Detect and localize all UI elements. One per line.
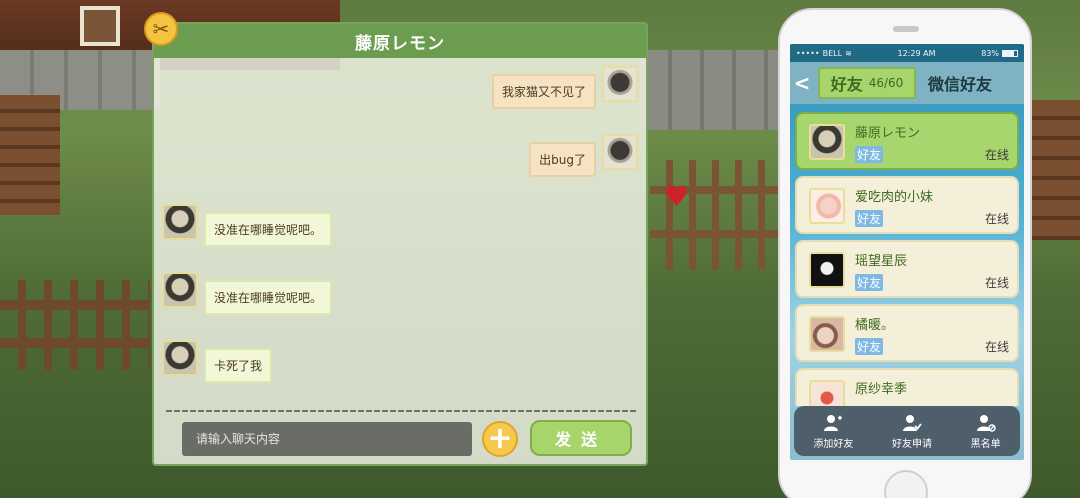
wooden-fence-right: [650, 160, 785, 270]
wooden-fence-left: [0, 280, 150, 370]
add-friend-label: 添加好友: [813, 438, 854, 450]
friend-list[interactable]: 藤原レモン 好友 在线 爱吃肉的小妹 好友 在线 瑶望星辰 好友 在线 橘暖。 …: [790, 110, 1024, 406]
friend-item[interactable]: 橘暖。 好友 在线: [795, 304, 1019, 362]
friend-item[interactable]: 原纱幸季: [795, 368, 1019, 406]
add-user-icon: [824, 414, 843, 431]
wooden-crate: [1030, 100, 1080, 240]
friend-avatar[interactable]: [162, 204, 198, 240]
friend-avatar: [809, 380, 845, 406]
heart-icon: ♥: [664, 180, 690, 213]
friend-avatar: [809, 316, 845, 352]
friend-status: 在线: [984, 276, 1009, 290]
message-bubble: 我家猫又不见了: [491, 74, 596, 109]
friend-name: 原纱幸季: [855, 382, 908, 397]
friend-status: 在线: [984, 340, 1009, 354]
message-item: 我家猫又不见了: [491, 66, 638, 109]
close-chat-button[interactable]: ✂: [144, 12, 178, 46]
friend-avatar: [809, 124, 845, 160]
friend-item[interactable]: 爱吃肉的小妹 好友 在线: [795, 176, 1019, 234]
add-friend-button[interactable]: 添加好友: [813, 413, 853, 450]
send-button[interactable]: 发送: [530, 420, 632, 456]
input-divider: [166, 410, 638, 412]
chat-panel: ✂ 藤原レモン 我家猫又不见了 出bug了 没准在哪睡觉呢吧。 没准在哪睡觉呢吧…: [144, 12, 648, 466]
friend-item[interactable]: 瑶望星辰 好友 在线: [795, 240, 1019, 298]
status-time: 12:29 AM: [897, 48, 936, 58]
friend-avatar[interactable]: [162, 340, 198, 376]
friend-requests-button[interactable]: 好友申请: [892, 413, 932, 450]
message-bubble: 出bug了: [529, 142, 596, 177]
signal-icon: •••••: [796, 48, 820, 58]
message-bubble: 卡死了我: [204, 348, 273, 383]
message-list[interactable]: 我家猫又不见了 出bug了 没准在哪睡觉呢吧。 没准在哪睡觉呢吧。 卡死了我: [154, 58, 646, 408]
tab-friends[interactable]: 好友 46/60: [818, 67, 916, 99]
wifi-icon: ≋: [845, 48, 852, 58]
carrier-name: BELL: [822, 48, 843, 58]
message-item: 出bug了: [529, 134, 638, 177]
friend-count: 46/60: [868, 76, 904, 90]
friend-name: 瑶望星辰: [855, 254, 908, 269]
phone-home-button[interactable]: [884, 470, 928, 498]
friend-item[interactable]: 藤原レモン 好友 在线: [795, 112, 1019, 170]
tab-wechat-friends[interactable]: 微信好友: [928, 71, 992, 95]
chat-title: 藤原レモン: [355, 33, 445, 54]
my-avatar[interactable]: [602, 134, 638, 170]
wooden-stairs: [0, 95, 60, 215]
blacklist-label: 黑名单: [970, 438, 1001, 450]
tab-friends-label: 好友: [830, 75, 863, 94]
friend-avatar[interactable]: [162, 272, 198, 308]
battery-info: 83%: [981, 49, 1018, 58]
friend-status: 在线: [984, 148, 1009, 162]
message-item: 没准在哪睡觉呢吧。: [162, 272, 333, 315]
phone-frame: ••••• BELL ≋ 12:29 AM 83% < 好友 46/60 微信好…: [778, 8, 1032, 498]
status-bar: ••••• BELL ≋ 12:29 AM 83%: [790, 44, 1024, 62]
friend-status: 在线: [984, 212, 1009, 226]
message-bubble: 没准在哪睡觉呢吧。: [204, 280, 333, 315]
blacklist-button[interactable]: 黑名单: [971, 413, 1001, 450]
my-avatar[interactable]: [602, 66, 638, 102]
friend-name: 橘暖。: [855, 318, 895, 333]
message-item: 卡死了我: [162, 340, 273, 383]
house-window: [80, 6, 120, 46]
friend-avatar: [809, 188, 845, 224]
plus-button[interactable]: +: [482, 421, 518, 457]
friend-name: 藤原レモン: [855, 126, 921, 141]
stone-wall-right: [640, 50, 780, 130]
message-bubble: 没准在哪睡觉呢吧。: [204, 212, 333, 247]
phone-bottom-bar: 添加好友 好友申请 黑名单: [794, 406, 1020, 456]
message-item: 没准在哪睡觉呢吧。: [162, 204, 333, 247]
carrier-info: ••••• BELL ≋: [796, 49, 852, 58]
back-button[interactable]: <: [790, 62, 814, 104]
friend-header: < 好友 46/60 微信好友: [790, 62, 1024, 104]
chat-header: 藤原レモン: [154, 24, 646, 58]
user-check-icon: [902, 414, 922, 431]
friend-name: 爱吃肉的小妹: [855, 190, 934, 205]
phone-speaker: [893, 26, 919, 32]
user-block-icon: [976, 414, 996, 432]
friend-avatar: [809, 252, 845, 288]
friend-tag: 好友: [855, 274, 884, 291]
friend-tag: 好友: [855, 146, 884, 163]
back-arrow-icon: <: [793, 71, 811, 95]
phone-screen: ••••• BELL ≋ 12:29 AM 83% < 好友 46/60 微信好…: [790, 44, 1024, 460]
friend-tag: 好友: [855, 210, 884, 227]
battery-icon: [1002, 49, 1018, 57]
battery-percent: 83%: [981, 48, 999, 58]
close-icon: ✂: [152, 17, 170, 41]
plus-icon: +: [487, 421, 513, 456]
friend-requests-label: 好友申请: [891, 438, 932, 450]
chat-input[interactable]: [182, 422, 472, 456]
friend-tag: 好友: [855, 338, 884, 355]
